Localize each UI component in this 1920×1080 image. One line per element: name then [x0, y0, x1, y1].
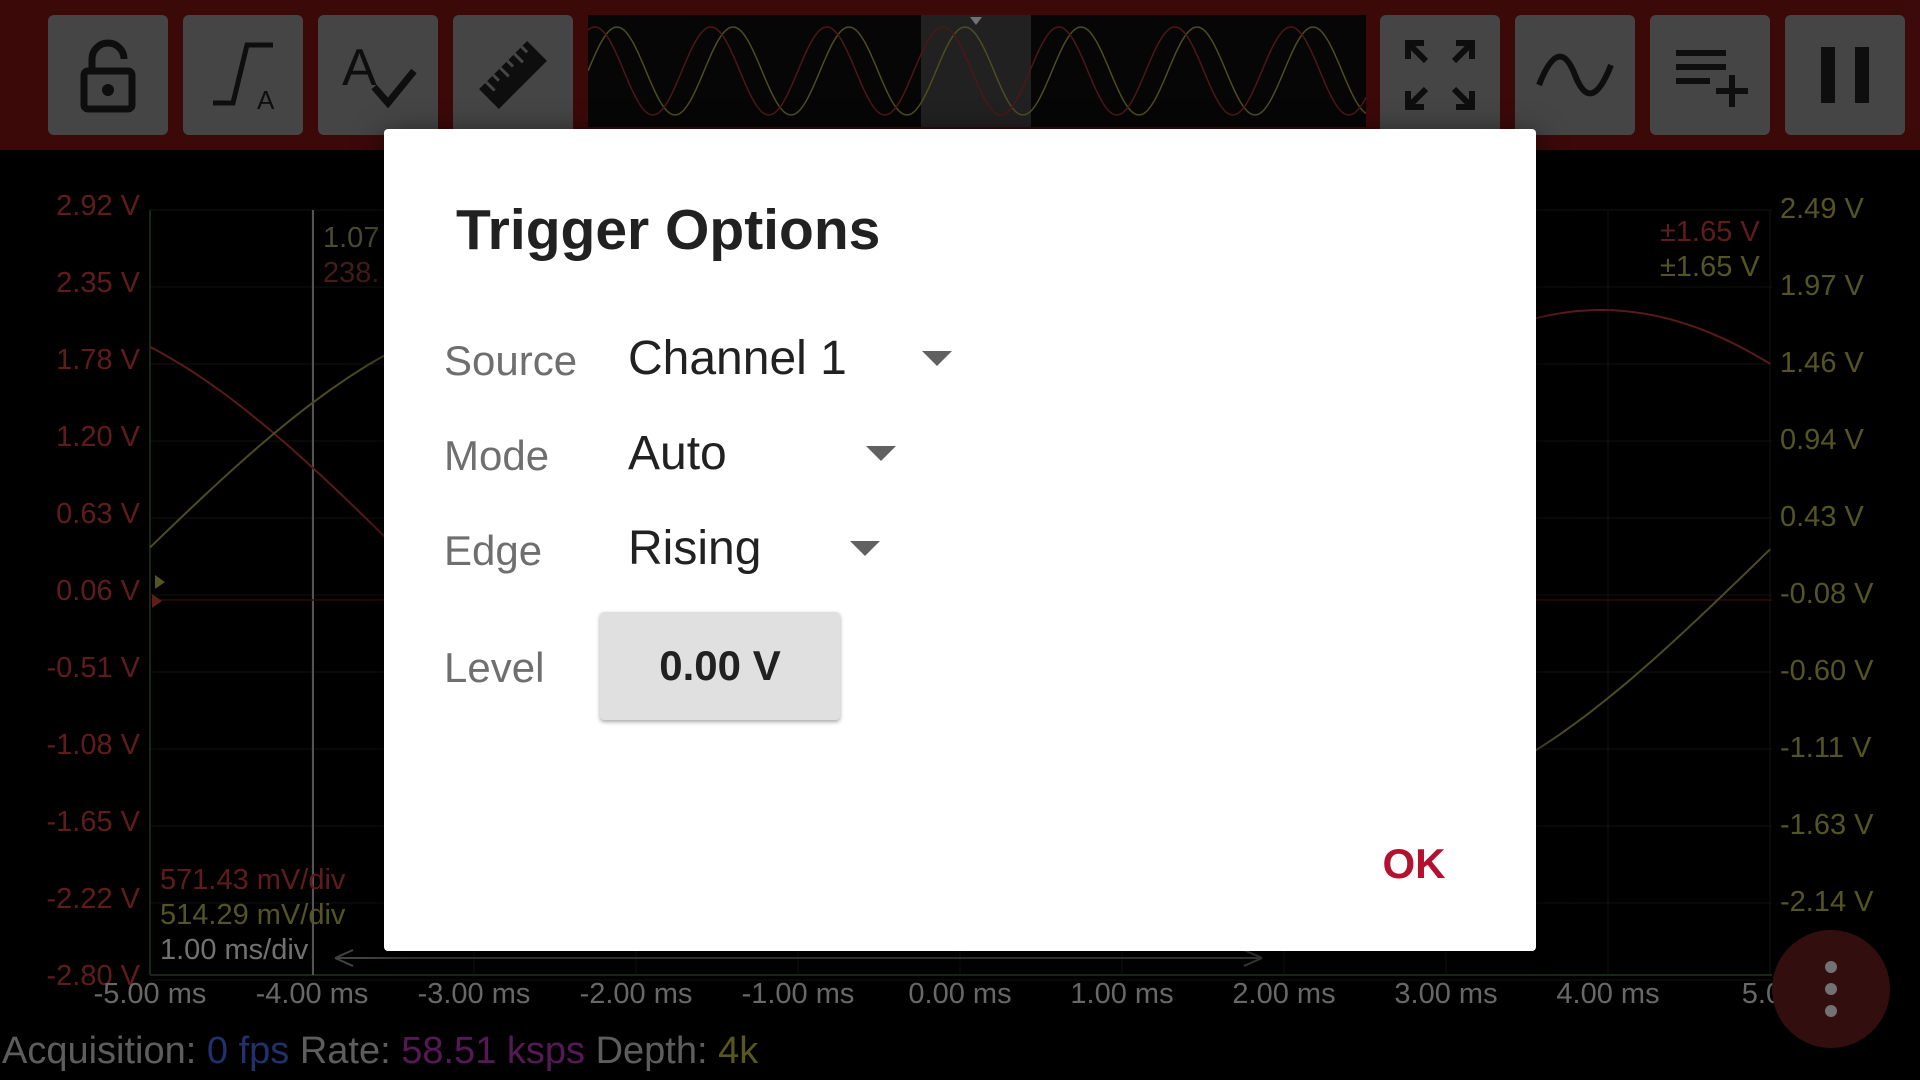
- edge-select[interactable]: Rising: [628, 513, 882, 583]
- level-label: Level: [444, 644, 545, 691]
- source-label: Source: [444, 337, 578, 384]
- edge-label: Edge: [444, 527, 543, 574]
- chevron-down-icon: [866, 446, 896, 461]
- ok-button[interactable]: OK: [1344, 829, 1484, 899]
- chevron-down-icon: [922, 351, 952, 366]
- source-select[interactable]: Channel 1: [628, 323, 954, 393]
- edge-value: Rising: [628, 521, 762, 575]
- mode-select[interactable]: Auto: [628, 418, 898, 488]
- mode-label: Mode: [444, 432, 550, 479]
- mode-value: Auto: [628, 426, 727, 480]
- chevron-down-icon: [850, 541, 880, 556]
- trigger-options-dialog: Trigger Options Source Channel 1 Mode Au…: [384, 129, 1536, 951]
- level-button[interactable]: 0.00 V: [600, 612, 840, 720]
- source-value: Channel 1: [628, 331, 847, 385]
- dialog-title: Trigger Options: [456, 198, 881, 262]
